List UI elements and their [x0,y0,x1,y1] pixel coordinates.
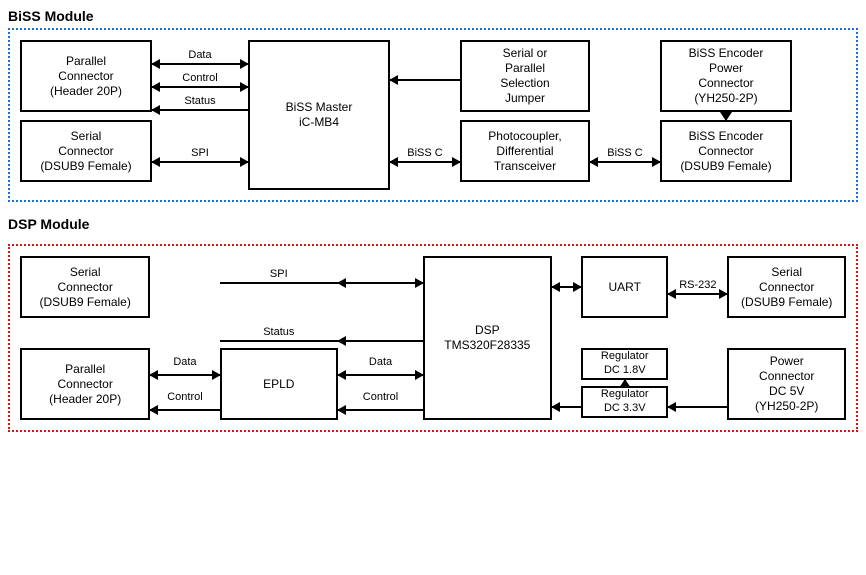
dsp-reg18: Regulator DC 1.8V [581,348,668,380]
arrow-bissc-2 [590,161,660,163]
dsp-serial-right: Serial Connector (DSUB9 Female) [727,256,846,318]
arrow-label: Data [369,357,392,368]
arrow-label: Status [184,96,215,107]
biss-parallel-connector: Parallel Connector (Header 20P) [20,40,152,112]
arrow-label: SPI [191,148,209,159]
arrow-enc-power-down [725,112,727,120]
arrow-status [338,340,423,342]
arrow-dsp-uart [552,286,582,288]
arrow-spi [338,282,423,284]
arrow-data-1 [150,374,219,376]
arrow-label: Control [363,392,398,403]
arrow-data-2 [338,374,423,376]
arrow-label: SPI [270,269,288,280]
biss-master: BiSS Master iC-MB4 [248,40,390,190]
arrow-data [152,63,248,65]
arrow-spi [152,161,248,163]
arrow-label: Control [182,73,217,84]
arrow-label: BiSS C [407,148,442,159]
arrow-power-reg [668,406,727,408]
arrow-label: Control [167,392,202,403]
dsp-uart: UART [581,256,668,318]
arrow-control [152,86,248,88]
dsp-module-title: DSP Module [8,216,858,232]
biss-serial-connector: Serial Connector (DSUB9 Female) [20,120,152,182]
biss-module-box: Parallel Connector (Header 20P) Serial C… [8,28,858,202]
arrow-label: BiSS C [607,148,642,159]
arrow-reg33-18 [624,380,626,386]
biss-photo: Photocoupler, Differential Transceiver [460,120,590,182]
biss-module-title: BiSS Module [8,8,858,24]
dsp-reg33: Regulator DC 3.3V [581,386,668,418]
arrow-label: Status [263,327,294,338]
arrow-label: RS-232 [679,280,716,291]
dsp-epld: EPLD [220,348,339,420]
dsp-block: DSP TMS320F28335 [423,256,552,420]
biss-enc-power: BiSS Encoder Power Connector (YH250-2P) [660,40,792,112]
arrow-control-2 [338,409,423,411]
dsp-module-box: Serial Connector (DSUB9 Female) Parallel… [8,244,858,432]
arrow-bissc-1 [390,161,460,163]
biss-enc-conn: BiSS Encoder Connector (DSUB9 Female) [660,120,792,182]
dsp-serial-left: Serial Connector (DSUB9 Female) [20,256,150,318]
arrow-status-seg [220,340,339,342]
arrow-jumper [390,79,460,81]
arrow-status [152,109,248,111]
arrow-label: Data [173,357,196,368]
dsp-parallel-conn: Parallel Connector (Header 20P) [20,348,150,420]
arrow-reg-dsp [552,406,582,408]
arrow-label: Data [188,50,211,61]
arrow-control-1 [150,409,219,411]
biss-jumper: Serial or Parallel Selection Jumper [460,40,590,112]
arrow-rs232 [668,293,727,295]
dsp-power: Power Connector DC 5V (YH250-2P) [727,348,846,420]
